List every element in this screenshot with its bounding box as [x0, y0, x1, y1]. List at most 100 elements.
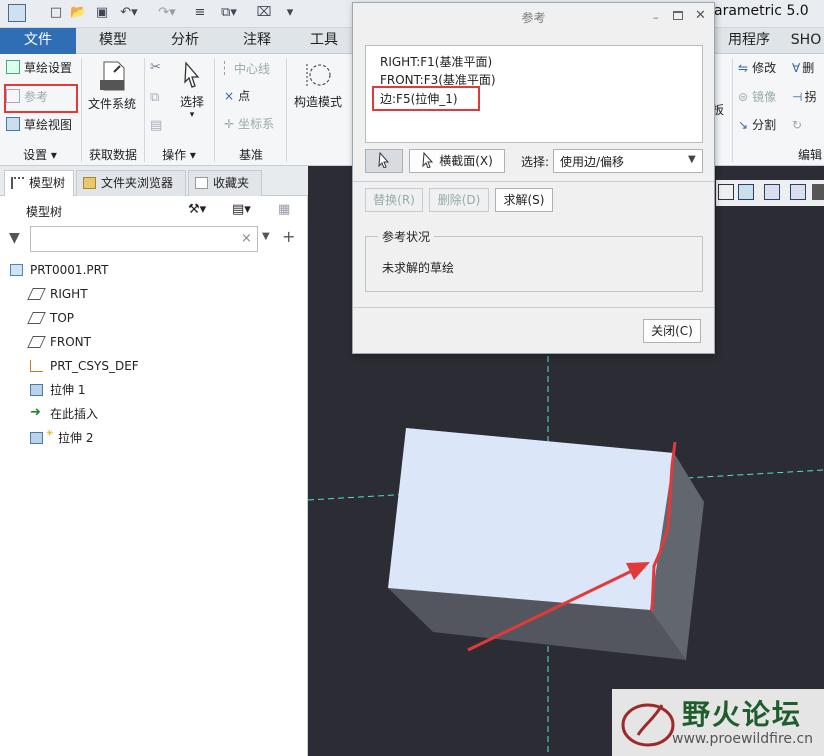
csys-button[interactable]: ✛ 坐标系 — [224, 116, 274, 132]
tree-item-front[interactable]: FRONT — [0, 331, 91, 353]
tab-applications[interactable]: 用程序 — [714, 28, 784, 54]
tab-model-tree-label: 模型树 — [29, 176, 66, 190]
tree-item-label: TOP — [50, 311, 75, 325]
cross-section-button[interactable]: 横截面(X) — [409, 149, 505, 173]
close-window-icon[interactable]: ⌧ — [256, 5, 272, 21]
tab-tools[interactable]: 工具 — [294, 28, 354, 54]
save-icon[interactable]: ▣ — [94, 5, 110, 21]
datum-plane-icon — [27, 336, 46, 348]
tab-favorites-label: 收藏夹 — [213, 176, 250, 190]
panel-tabs: 模型树 文件夹浏览器 收藏夹 — [0, 166, 308, 196]
insert-arrow-icon: ➜ — [30, 405, 41, 420]
sketch-setup-button[interactable]: 草绘设置 — [6, 60, 72, 76]
tab-annotate[interactable]: 注释 — [222, 28, 292, 54]
reference-status-group: 参考状况 未求解的草绘 — [365, 228, 703, 292]
corner-icon: ⊣ — [792, 90, 803, 104]
tab-model[interactable]: 模型 — [78, 28, 148, 54]
solve-button[interactable]: 求解(S) — [495, 188, 553, 212]
mirror-button[interactable]: ⊜ 镜像 — [738, 89, 776, 105]
windows-icon[interactable]: ⧉▾ — [216, 5, 242, 21]
tree-item-part[interactable]: PRT0001.PRT — [0, 259, 108, 281]
tree-columns-icon[interactable]: ▦ — [278, 202, 290, 217]
divide-label: 分割 — [752, 118, 777, 132]
tab-analysis[interactable]: 分析 — [150, 28, 220, 54]
filter-icon[interactable]: ▼ — [9, 230, 20, 246]
copy-icon[interactable]: ⧉ — [150, 90, 159, 105]
add-filter-icon[interactable]: + — [282, 227, 295, 246]
minimize-icon[interactable]: – — [653, 11, 659, 24]
tab-file[interactable]: 文件 — [0, 28, 76, 54]
tab-sho[interactable]: SHO — [786, 28, 824, 54]
flame-logo-icon — [621, 703, 675, 747]
divide-button[interactable]: ↘ 分割 — [738, 117, 776, 133]
tree-item-right[interactable]: RIGHT — [0, 283, 88, 305]
divider — [353, 307, 714, 308]
point-icon: × — [224, 89, 235, 103]
redo-icon[interactable]: ↷▾ — [154, 5, 180, 21]
tree-item-extrude-2[interactable]: ✳ 拉伸 2 — [0, 427, 93, 449]
tree-settings-icon[interactable]: ⚒▾ — [188, 202, 206, 217]
tree-item-label: RIGHT — [50, 287, 88, 301]
divide-icon: ↘ — [738, 118, 749, 132]
tab-model-tree[interactable]: 模型树 — [4, 170, 74, 196]
group-editing[interactable]: 编辑 — [790, 146, 824, 164]
tree-item-top[interactable]: TOP — [0, 307, 74, 329]
open-icon[interactable]: 📂 — [70, 5, 86, 21]
tree-search-input[interactable] — [30, 226, 258, 252]
tree-filters-icon[interactable]: ▤▾ — [232, 202, 251, 217]
construction-mode-button[interactable]: 构造模式 — [290, 60, 346, 110]
tab-folder-browser[interactable]: 文件夹浏览器 — [76, 170, 186, 196]
file-system-button[interactable]: 文件系统 — [84, 58, 140, 112]
point-button[interactable]: × 点 — [224, 88, 250, 104]
group-setup[interactable]: 设置 ▾ — [0, 146, 80, 164]
regenerate-icon[interactable]: ≡ — [192, 5, 208, 21]
datum-plane-icon — [27, 288, 46, 300]
select-filter-label: 选择: — [521, 155, 550, 169]
tree-item-insert-here[interactable]: ➜ 在此插入 — [0, 403, 98, 425]
search-dropdown-icon[interactable]: ▼ — [262, 231, 270, 242]
maximize-icon[interactable] — [673, 11, 683, 20]
rotate-resize-button[interactable]: ↻ — [792, 117, 802, 133]
sketch-view-label: 草绘视图 — [24, 118, 73, 132]
references-list[interactable]: RIGHT:F1(基准平面) FRONT:F3(基准平面) 边:F5(拉伸_1) — [365, 45, 703, 143]
customize-chevron-icon[interactable]: ▾ — [282, 5, 298, 21]
paste-icon[interactable]: ▤ — [150, 118, 162, 133]
delete-button[interactable]: 删除(D) — [429, 188, 489, 212]
divider — [353, 181, 714, 182]
app-logo-icon[interactable] — [8, 4, 26, 22]
select-filter-dropdown[interactable]: 使用边/偏移 ▼ — [553, 149, 703, 173]
close-button[interactable]: 关闭(C) — [643, 319, 701, 343]
pick-reference-button[interactable] — [365, 149, 403, 173]
close-icon[interactable]: ✕ — [695, 8, 706, 23]
delete-segment-icon: ∀ — [792, 61, 801, 75]
tab-folder-browser-label: 文件夹浏览器 — [101, 176, 174, 190]
group-operations[interactable]: 操作 ▾ — [146, 146, 212, 164]
reference-item[interactable]: RIGHT:F1(基准平面) — [380, 53, 492, 70]
construction-mode-label: 构造模式 — [293, 95, 342, 109]
replace-button[interactable]: 替换(R) — [365, 188, 423, 212]
tree-item-extrude-1[interactable]: 拉伸 1 — [0, 379, 85, 401]
edge-reference-highlight-box — [372, 86, 480, 111]
new-icon[interactable]: □ — [48, 5, 64, 21]
centerline-button[interactable]: 中心线 — [224, 61, 270, 77]
tab-favorites[interactable]: 收藏夹 — [188, 170, 262, 196]
corner-button[interactable]: ⊣ 拐 — [792, 89, 816, 105]
mirror-label: 镜像 — [752, 90, 777, 104]
group-datum[interactable]: 基准 — [216, 146, 286, 164]
part-top-face — [388, 428, 674, 610]
delete-segment-button[interactable]: ∀ 删 — [792, 60, 814, 76]
group-get-data[interactable]: 获取数据 — [82, 146, 144, 164]
csys-label: 坐标系 — [238, 117, 275, 131]
select-button[interactable]: 选择 ▾ — [172, 60, 212, 120]
modify-button[interactable]: ⇋ 修改 — [738, 60, 776, 76]
cut-icon[interactable]: ✂ — [150, 60, 161, 75]
sketch-view-button[interactable]: 草绘视图 — [6, 117, 72, 133]
point-label: 点 — [238, 89, 251, 103]
select-label: 选择 — [179, 95, 204, 109]
watermark-url: www.proewildfire.cn — [672, 731, 814, 747]
tree-item-csys[interactable]: PRT_CSYS_DEF — [0, 355, 139, 377]
references-dialog: 参考 – ✕ RIGHT:F1(基准平面) FRONT:F3(基准平面) 边:F… — [352, 2, 715, 354]
undo-icon[interactable]: ↶▾ — [116, 5, 142, 21]
tree-item-label: 拉伸 2 — [58, 431, 94, 445]
clear-search-icon[interactable]: × — [241, 231, 252, 246]
